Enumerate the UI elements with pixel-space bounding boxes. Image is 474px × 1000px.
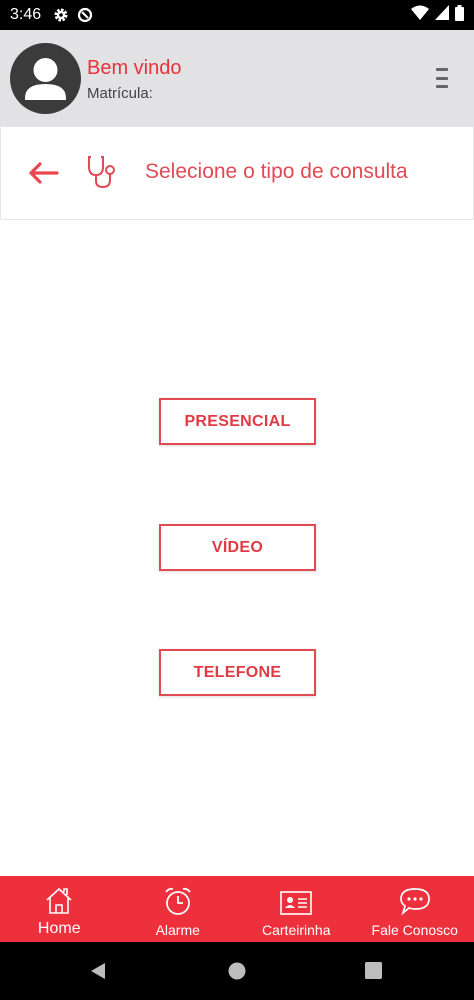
greeting-title: Bem vindo bbox=[87, 56, 182, 79]
system-recents-icon[interactable] bbox=[365, 962, 382, 979]
telefone-button[interactable]: TELEFONE bbox=[159, 649, 316, 696]
nav-label-alarme: Alarme bbox=[155, 922, 200, 938]
nav-item-alarme[interactable]: Alarme bbox=[119, 876, 238, 942]
signal-icon bbox=[435, 5, 449, 25]
user-icon bbox=[25, 57, 66, 100]
system-nav-bar bbox=[0, 942, 474, 1000]
nav-label-fale-conosco: Fale Conosco bbox=[371, 922, 458, 938]
presencial-button[interactable]: PRESENCIAL bbox=[159, 398, 316, 445]
status-bar: 3:46 bbox=[0, 0, 474, 30]
bottom-nav: Home Alarme Carteirinha Fale Conosco bbox=[0, 876, 474, 942]
matricula-label: Matrícula: bbox=[87, 84, 153, 102]
video-button[interactable]: VÍDEO bbox=[159, 524, 316, 571]
system-home-icon[interactable] bbox=[228, 962, 246, 980]
nav-item-home[interactable]: Home bbox=[0, 876, 119, 942]
greeting-block: Bem vindo Matrícula: bbox=[87, 55, 182, 102]
stethoscope-icon bbox=[88, 156, 115, 189]
sync-icon bbox=[77, 7, 93, 23]
home-icon bbox=[44, 880, 74, 916]
status-time: 3:46 bbox=[10, 6, 42, 23]
wifi-icon bbox=[411, 5, 429, 25]
status-right bbox=[411, 4, 464, 26]
nav-item-carteirinha[interactable]: Carteirinha bbox=[237, 876, 356, 942]
screen: 3:46 Bem vindo Matrícula: Selecione o ti… bbox=[0, 0, 474, 1000]
battery-icon bbox=[455, 4, 464, 26]
avatar[interactable] bbox=[10, 42, 81, 114]
user-header: Bem vindo Matrícula: bbox=[0, 30, 474, 126]
alarm-clock-icon bbox=[163, 880, 193, 916]
page-title-bar: Selecione o tipo de consulta bbox=[0, 126, 474, 220]
system-back-icon[interactable] bbox=[89, 962, 107, 980]
nav-item-fale-conosco[interactable]: Fale Conosco bbox=[356, 876, 474, 942]
page-title: Selecione o tipo de consulta bbox=[145, 160, 408, 183]
back-arrow-icon[interactable] bbox=[27, 161, 59, 185]
nav-label-carteirinha: Carteirinha bbox=[262, 922, 331, 938]
menu-icon[interactable] bbox=[436, 68, 448, 88]
id-card-icon bbox=[280, 880, 313, 916]
settings-gear-icon bbox=[53, 7, 69, 23]
chat-bubble-icon bbox=[399, 880, 431, 916]
nav-label-home: Home bbox=[37, 920, 81, 937]
